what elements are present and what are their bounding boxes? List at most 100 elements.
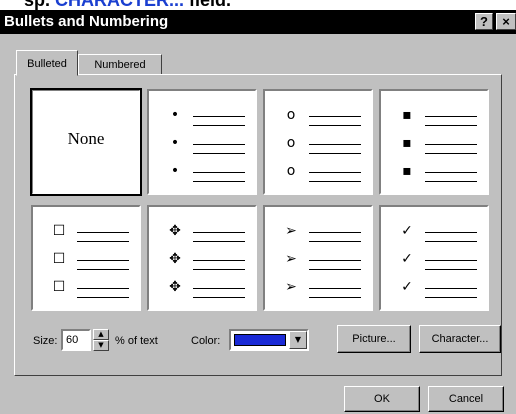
bullet-option-arrowhead[interactable]: ➢ ➢ ➢ xyxy=(263,205,373,311)
text-line xyxy=(193,232,245,233)
bullet-option-four-diamond[interactable]: ✥ ✥ ✥ xyxy=(147,205,257,311)
text-line xyxy=(193,125,245,126)
text-line xyxy=(309,116,361,117)
text-line xyxy=(193,269,245,270)
text-line xyxy=(309,288,361,289)
arrowhead-bullet-icon: ➢ xyxy=(285,251,297,267)
text-line xyxy=(425,241,477,242)
text-line xyxy=(193,144,245,145)
bullet-row: • xyxy=(167,107,247,129)
filled-circle-bullet-icon: • xyxy=(170,135,180,151)
bullet-row: o xyxy=(283,163,363,185)
bullet-row: ▪ xyxy=(399,107,479,129)
text-line xyxy=(309,269,361,270)
size-label: Size: xyxy=(33,335,58,347)
size-unit-label: % of text xyxy=(115,335,158,347)
checkmark-bullet-icon: ✓ xyxy=(401,279,413,295)
bullet-row: o xyxy=(283,135,363,157)
title-bar: Bullets and Numbering ? × xyxy=(0,10,516,34)
bullets-numbering-dialog: Bullets and Numbering ? × Bulleted Numbe… xyxy=(0,10,516,414)
four-diamond-bullet-icon: ✥ xyxy=(169,279,181,295)
hollow-circle-bullet-icon: o xyxy=(286,135,296,151)
bullet-row: ▪ xyxy=(399,135,479,157)
help-button[interactable]: ? xyxy=(475,13,493,30)
caption-suffix: field. xyxy=(184,0,232,10)
text-line xyxy=(309,144,361,145)
cancel-button[interactable]: Cancel xyxy=(428,386,504,412)
square-bullet-icon: ▪ xyxy=(402,107,412,123)
bullet-row: ✓ xyxy=(399,251,479,273)
text-line xyxy=(77,241,129,242)
character-button[interactable]: Character... xyxy=(419,325,501,353)
text-line xyxy=(425,297,477,298)
text-line xyxy=(193,288,245,289)
text-line xyxy=(309,153,361,154)
bullet-option-square[interactable]: ▪ ▪ ▪ xyxy=(379,89,489,195)
hollow-square-bullet-icon: ☐ xyxy=(52,223,66,239)
text-line xyxy=(193,241,245,242)
bullet-option-filled-circle[interactable]: • • • xyxy=(147,89,257,195)
text-line xyxy=(193,297,245,298)
four-diamond-bullet-icon: ✥ xyxy=(169,223,181,239)
text-line xyxy=(309,125,361,126)
hollow-circle-bullet-icon: o xyxy=(286,107,296,123)
bullet-row: ✓ xyxy=(399,279,479,301)
spin-down-icon[interactable]: ▼ xyxy=(93,340,109,351)
arrowhead-bullet-icon: ➢ xyxy=(285,279,297,295)
arrowhead-bullet-icon: ➢ xyxy=(285,223,297,239)
tab-bulleted[interactable]: Bulleted xyxy=(16,50,78,76)
color-dropdown[interactable]: ▼ xyxy=(229,329,309,351)
text-line xyxy=(425,153,477,154)
text-line xyxy=(425,116,477,117)
spin-up-icon[interactable]: ▲ xyxy=(93,329,109,340)
filled-circle-bullet-icon: • xyxy=(170,163,180,179)
ok-button[interactable]: OK xyxy=(344,386,420,412)
text-line xyxy=(309,232,361,233)
bullet-option-hollow-circle[interactable]: ooo xyxy=(263,89,373,195)
bullet-row: ➢ xyxy=(283,279,363,301)
text-line xyxy=(425,269,477,270)
text-line xyxy=(425,232,477,233)
chevron-down-icon[interactable]: ▼ xyxy=(289,331,307,349)
bullet-option-none[interactable]: None xyxy=(30,88,142,196)
caption-keyword: CHARACTER... xyxy=(55,0,185,10)
text-line xyxy=(193,153,245,154)
bullet-row: ☐ xyxy=(51,223,131,245)
color-swatch xyxy=(234,334,286,346)
bulleted-panel: None • • • ooo ▪ ▪ ▪ ☐ ☐ ☐ ✥ ✥ ✥ ➢ ➢ ➢ ✓ ✓ ✓ Size: 6… xyxy=(14,74,502,376)
close-button[interactable]: × xyxy=(496,13,516,30)
bullet-row: ➢ xyxy=(283,223,363,245)
text-line xyxy=(77,260,129,261)
color-label: Color: xyxy=(191,335,221,347)
tab-numbered[interactable]: Numbered xyxy=(78,54,162,76)
picture-button[interactable]: Picture... xyxy=(337,325,411,353)
text-line xyxy=(309,260,361,261)
text-line xyxy=(193,172,245,173)
text-line xyxy=(425,144,477,145)
bullet-row: • xyxy=(167,135,247,157)
text-line xyxy=(425,288,477,289)
checkmark-bullet-icon: ✓ xyxy=(401,251,413,267)
size-input[interactable]: 60 xyxy=(61,329,91,351)
none-label: None xyxy=(67,129,105,148)
bullet-option-checkmark[interactable]: ✓ ✓ ✓ xyxy=(379,205,489,311)
text-line xyxy=(193,260,245,261)
bullet-row: ✥ xyxy=(167,251,247,273)
text-line xyxy=(425,260,477,261)
text-line xyxy=(193,116,245,117)
text-line xyxy=(309,172,361,173)
bullet-row: • xyxy=(167,163,247,185)
square-bullet-icon: ▪ xyxy=(402,163,412,179)
text-line xyxy=(193,181,245,182)
text-line xyxy=(425,181,477,182)
text-line xyxy=(77,232,129,233)
bullet-row: ✓ xyxy=(399,223,479,245)
hollow-square-bullet-icon: ☐ xyxy=(52,279,66,295)
bullet-row: o xyxy=(283,107,363,129)
bullet-row: ✥ xyxy=(167,223,247,245)
bullet-option-hollow-square[interactable]: ☐ ☐ ☐ xyxy=(31,205,141,311)
text-line xyxy=(309,181,361,182)
text-line xyxy=(309,241,361,242)
checkmark-bullet-icon: ✓ xyxy=(401,223,413,239)
square-bullet-icon: ▪ xyxy=(402,135,412,151)
